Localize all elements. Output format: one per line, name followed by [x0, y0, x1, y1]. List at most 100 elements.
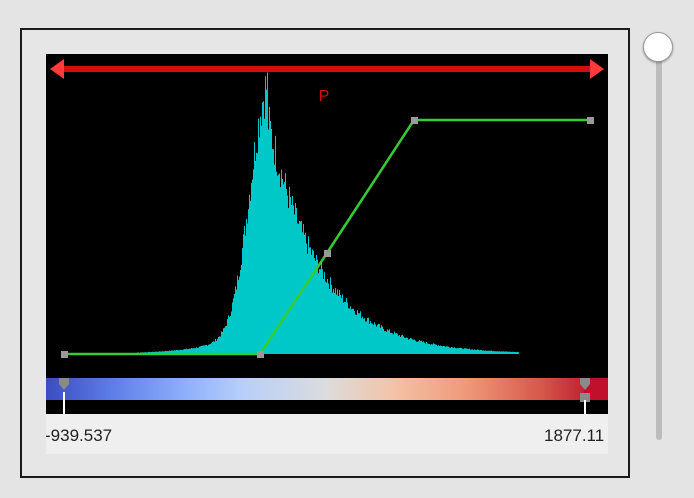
histogram-bin — [419, 340, 420, 354]
histogram-bin — [478, 349, 479, 354]
histogram-bin — [309, 247, 310, 354]
histogram-bin — [455, 348, 456, 354]
histogram-bin — [416, 341, 417, 354]
histogram-bin — [341, 298, 342, 354]
histogram-bin — [300, 221, 301, 354]
histogram-bin — [363, 318, 364, 354]
histogram-bin — [318, 273, 319, 354]
histogram-bin — [357, 310, 358, 354]
control-point-1[interactable] — [61, 351, 68, 358]
range-arrow-right-head — [590, 59, 604, 79]
histogram-bin — [405, 337, 406, 354]
histogram-bin — [269, 106, 270, 354]
histogram-bin — [329, 289, 330, 354]
histogram-bin — [307, 253, 308, 354]
histogram-bin — [403, 336, 404, 354]
histogram-bin — [418, 341, 419, 354]
histogram-bin — [260, 116, 261, 354]
histogram-bin — [360, 311, 361, 354]
histogram-bin — [472, 349, 473, 354]
histogram-bin — [454, 347, 455, 354]
histogram-bin — [297, 223, 298, 354]
vertical-slider-track[interactable] — [656, 34, 662, 440]
histogram-bin — [395, 333, 396, 354]
histogram-bin — [319, 269, 320, 354]
histogram-bin — [343, 302, 344, 354]
histogram-bin — [315, 261, 316, 354]
histogram-bin — [410, 337, 411, 354]
histogram-bin — [388, 330, 389, 354]
control-point-5[interactable] — [587, 117, 594, 124]
color-gradient — [46, 378, 608, 400]
color-map-bar[interactable] — [46, 378, 608, 414]
histogram-bin — [378, 323, 379, 354]
histogram-bin — [371, 323, 372, 354]
histogram-bin — [439, 345, 440, 354]
histogram-bin — [389, 329, 390, 354]
control-point-3[interactable] — [324, 250, 331, 257]
histogram-bin — [350, 306, 351, 354]
opacity-transfer-editor[interactable]: P — [46, 54, 608, 378]
histogram-bin — [430, 344, 431, 354]
histogram-bin — [356, 315, 357, 354]
control-point-2[interactable] — [257, 351, 264, 358]
histogram-bin — [421, 340, 422, 354]
histogram-bin — [287, 195, 288, 354]
histogram-bin — [513, 352, 514, 354]
histogram-bin — [450, 347, 451, 354]
histogram-bin — [400, 337, 401, 354]
histogram-bin — [338, 295, 339, 354]
histogram-bin — [208, 344, 209, 354]
histogram-bin — [470, 349, 471, 354]
histogram-bin — [342, 294, 343, 354]
histogram-bin — [390, 332, 391, 354]
histogram-bin — [441, 345, 442, 354]
histogram-bin — [396, 333, 397, 354]
histogram-bin — [510, 351, 511, 354]
histogram-bin — [462, 348, 463, 354]
histogram-bin — [434, 343, 435, 354]
histogram-bin — [428, 343, 429, 354]
histogram-bin — [291, 204, 292, 354]
histogram-bin — [467, 348, 468, 354]
histogram-bin — [471, 349, 472, 354]
histogram-bin — [359, 313, 360, 354]
histogram-bin — [465, 348, 466, 354]
color-marker-right-icon[interactable] — [579, 378, 591, 414]
histogram-bin — [321, 262, 322, 354]
histogram-bin — [252, 179, 253, 354]
histogram-bin — [468, 348, 469, 354]
histogram-bin — [514, 351, 515, 354]
histogram-bin — [250, 200, 251, 354]
histogram-bin — [352, 308, 353, 354]
color-marker-left-icon[interactable] — [58, 378, 70, 414]
histogram-bin — [380, 327, 381, 354]
histogram-bin — [218, 337, 219, 354]
histogram-bin — [305, 232, 306, 354]
range-arrow[interactable] — [50, 59, 604, 79]
histogram-bin — [361, 318, 362, 354]
histogram-bin — [488, 350, 489, 354]
histogram-bin — [461, 347, 462, 354]
histogram-bin — [326, 282, 327, 354]
histogram-bin — [414, 339, 415, 354]
histogram-bin — [447, 346, 448, 354]
histogram-bin — [244, 225, 245, 354]
histogram-bin — [215, 339, 216, 354]
control-point-4[interactable] — [411, 117, 418, 124]
histogram-bin — [417, 341, 418, 354]
histogram-bin — [351, 309, 352, 354]
histogram-canvas[interactable]: P — [46, 54, 608, 378]
histogram-bin — [517, 351, 518, 354]
histogram — [137, 72, 519, 355]
histogram-bin — [489, 350, 490, 354]
histogram-bin — [212, 341, 213, 354]
range-min-label: -939.537 — [46, 426, 113, 445]
histogram-bin — [386, 331, 387, 354]
histogram-bin — [289, 186, 290, 354]
histogram-bin — [372, 323, 373, 354]
histogram-bin — [425, 343, 426, 354]
range-max-label: 1877.11 — [544, 426, 605, 445]
vertical-slider-thumb[interactable] — [643, 32, 673, 62]
histogram-bin — [216, 340, 217, 354]
